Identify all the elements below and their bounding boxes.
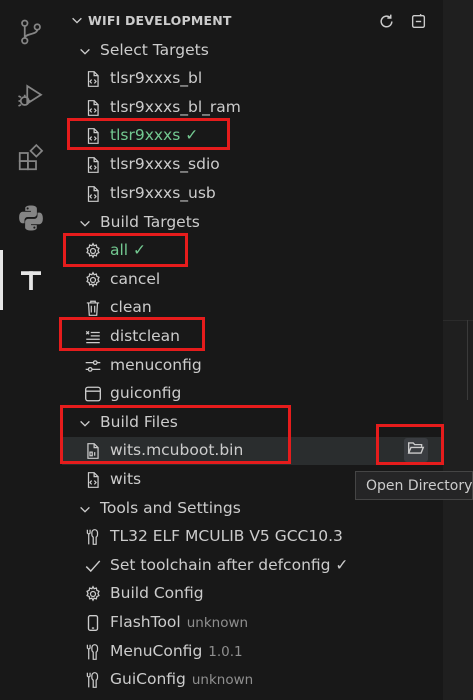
tool-label: TL32 ELF MCULIB V5 GCC10.3	[110, 527, 343, 545]
chevron-down-icon	[78, 503, 92, 521]
check-icon	[83, 556, 103, 576]
target-item[interactable]: tlsr9xxxs_bl	[62, 65, 443, 93]
sidebar-wifi-development: WIFI DEVELOPMENT Select Targets tlsr9xxx…	[62, 0, 443, 700]
tool-version: unknown	[191, 672, 254, 688]
refresh-icon[interactable]	[375, 10, 397, 32]
build-target-item[interactable]: guiconfig	[62, 380, 443, 408]
tool-version: 1.0.1	[208, 644, 243, 660]
trash-icon	[83, 298, 103, 318]
target-label: tlsr9xxxs_usb	[110, 184, 216, 202]
device-icon	[83, 613, 103, 633]
target-item-active[interactable]: tlsr9xxxs ✓	[62, 122, 443, 150]
tools-icon	[83, 642, 103, 662]
build-file-label: wits	[110, 470, 142, 488]
tool-item[interactable]: MenuConfig 1.0.1	[62, 638, 443, 666]
group-label: Select Targets	[100, 41, 209, 59]
code-file-icon	[83, 126, 103, 146]
build-target-label: menuconfig	[110, 356, 202, 374]
activity-bar	[0, 0, 62, 700]
chevron-down-icon	[70, 13, 84, 31]
tlsr-tool-icon[interactable]	[13, 262, 49, 298]
tools-icon	[83, 670, 103, 690]
section-header[interactable]: WIFI DEVELOPMENT	[62, 7, 443, 35]
tool-label: MenuConfig 1.0.1	[110, 642, 243, 660]
window-icon	[83, 384, 103, 404]
tool-item[interactable]: Build Config	[62, 580, 443, 608]
build-target-item-active[interactable]: all ✓	[62, 237, 443, 265]
settings-sliders-icon	[83, 356, 103, 376]
chevron-down-icon	[78, 217, 92, 235]
target-item[interactable]: tlsr9xxxs_bl_ram	[62, 94, 443, 122]
tool-label: FlashTool unknown	[110, 613, 249, 631]
chevron-down-icon	[78, 45, 92, 63]
group-label: Tools and Settings	[100, 499, 241, 517]
open-directory-button[interactable]	[404, 438, 428, 462]
active-view-indicator	[0, 250, 3, 310]
group-build-targets[interactable]: Build Targets	[62, 209, 443, 237]
target-item[interactable]: tlsr9xxxs_usb	[62, 180, 443, 208]
target-label: tlsr9xxxs ✓	[110, 126, 199, 144]
build-target-item[interactable]: clean	[62, 294, 443, 322]
code-file-icon	[83, 184, 103, 204]
tool-label: GuiConfig unknown	[110, 670, 254, 688]
tool-version: unknown	[186, 615, 249, 631]
build-target-label: all ✓	[110, 241, 147, 259]
build-target-item[interactable]: menuconfig	[62, 352, 443, 380]
run-debug-icon[interactable]	[13, 78, 49, 114]
tool-label: Build Config	[110, 584, 204, 602]
chevron-down-icon	[78, 417, 92, 435]
tools-icon	[83, 527, 103, 547]
code-file-icon	[83, 98, 103, 118]
build-file-item[interactable]: wits.mcuboot.bin	[62, 437, 443, 465]
python-icon[interactable]	[13, 200, 49, 236]
build-target-label: guiconfig	[110, 384, 182, 402]
clear-all-icon	[83, 327, 103, 347]
tooltip-text: Open Directory	[366, 477, 473, 494]
extensions-icon[interactable]	[13, 140, 49, 176]
group-build-files[interactable]: Build Files	[62, 409, 443, 437]
gear-icon	[83, 584, 103, 604]
editor-edge	[443, 0, 473, 700]
build-target-item[interactable]: cancel	[62, 266, 443, 294]
tool-item[interactable]: TL32 ELF MCULIB V5 GCC10.3	[62, 523, 443, 551]
tool-item[interactable]: Set toolchain after defconfig ✓	[62, 552, 443, 580]
gear-icon	[83, 241, 103, 261]
build-file-label: wits.mcuboot.bin	[110, 441, 244, 459]
section-title: WIFI DEVELOPMENT	[88, 13, 232, 28]
binary-file-icon	[83, 441, 103, 461]
tooltip: Open Directory	[355, 471, 473, 500]
build-target-label: cancel	[110, 270, 161, 288]
tool-label: Set toolchain after defconfig ✓	[110, 556, 349, 574]
group-label: Build Targets	[100, 213, 200, 231]
divider	[467, 320, 468, 400]
group-select-targets[interactable]: Select Targets	[62, 37, 443, 65]
divider	[443, 320, 473, 321]
target-label: tlsr9xxxs_bl_ram	[110, 98, 241, 116]
tool-item[interactable]: GuiConfig unknown	[62, 666, 443, 694]
build-target-label: distclean	[110, 327, 180, 345]
gear-icon	[83, 270, 103, 290]
code-file-icon	[83, 155, 103, 175]
open-folder-icon	[407, 439, 425, 461]
tool-item[interactable]: FlashTool unknown	[62, 609, 443, 637]
build-target-label: clean	[110, 298, 152, 316]
group-label: Build Files	[100, 413, 178, 431]
target-label: tlsr9xxxs_bl	[110, 69, 203, 87]
source-control-icon[interactable]	[13, 14, 49, 50]
code-file-icon	[83, 470, 103, 490]
collapse-all-icon[interactable]	[407, 10, 429, 32]
code-file-icon	[83, 69, 103, 89]
target-label: tlsr9xxxs_sdio	[110, 155, 220, 173]
target-item[interactable]: tlsr9xxxs_sdio	[62, 151, 443, 179]
build-target-item[interactable]: distclean	[62, 323, 443, 351]
